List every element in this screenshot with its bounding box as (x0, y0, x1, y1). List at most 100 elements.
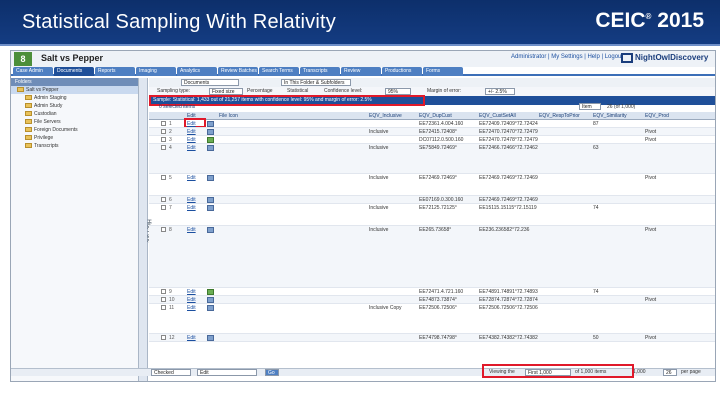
tab-documents[interactable]: Documents (54, 67, 94, 76)
sampling-type-select[interactable]: Fixed size (209, 88, 243, 95)
image-icon[interactable] (207, 227, 214, 233)
edit-link[interactable]: Edit (187, 205, 196, 211)
image-icon[interactable] (207, 137, 214, 143)
tab-search-terms[interactable]: Search Terms (259, 67, 299, 76)
folder-item[interactable]: Transcripts (11, 142, 138, 150)
row-checkbox[interactable] (161, 175, 166, 180)
row-checkbox[interactable] (161, 137, 166, 142)
tab-review[interactable]: Review (341, 67, 381, 76)
cust-cell: EE72470.72470°72.72479 (479, 129, 538, 135)
column-header[interactable]: EQV_CustSetAll (479, 113, 516, 119)
prod-cell: Pivot (645, 175, 657, 181)
cust-cell: EE72469.72469°72.72469 (479, 197, 538, 203)
edit-link[interactable]: Edit (187, 297, 196, 303)
checked-select[interactable]: Checked (151, 369, 191, 376)
row-checkbox[interactable] (161, 305, 166, 310)
edit-link[interactable]: Edit (187, 305, 196, 311)
table-row[interactable]: 4 Edit Inclusive SE75849.72469° EE72466.7246… (149, 144, 715, 174)
go-button[interactable]: Go (265, 369, 279, 376)
edit-link[interactable]: Edit (187, 129, 196, 135)
table-row[interactable]: 10 Edit EE74873.73874° EE72874.72874°72.728… (149, 296, 715, 304)
cust-cell: EE74891.74891°72.74893 (479, 289, 538, 295)
edit-link[interactable]: Edit (187, 335, 196, 341)
column-header[interactable]: EQV_RespToPrior (539, 113, 580, 119)
image-icon[interactable] (207, 145, 214, 151)
edit-link[interactable]: Edit (187, 145, 196, 151)
table-row[interactable]: 2 Edit Inclusive EE72415.72408° EE72470.7247… (149, 128, 715, 136)
dup-cell: EE74798.74798° (419, 335, 457, 341)
column-header[interactable]: EQV_Similarity (593, 113, 627, 119)
folder-item[interactable]: File Servers (11, 118, 138, 126)
image-icon[interactable] (207, 335, 214, 341)
row-checkbox[interactable] (161, 289, 166, 294)
image-icon[interactable] (207, 297, 214, 303)
table-row[interactable]: 7 Edit Inclusive EE72125.72125° EE15115.1511… (149, 204, 715, 226)
folder-item[interactable]: Admin Study (11, 102, 138, 110)
table-row[interactable]: 5 Edit Inclusive EE72469.72469° EE72469.7246… (149, 174, 715, 196)
tab-analytics[interactable]: Analytics (177, 67, 217, 76)
edit-link[interactable]: Edit (187, 175, 196, 181)
tab-productions[interactable]: Productions (382, 67, 422, 76)
table-row[interactable]: 9 Edit EE72471.4.721.160 EE74891.74891°72.7… (149, 288, 715, 296)
table-row[interactable]: 3 Edit DC07112.0.500.160 EE72470.72478°72.7… (149, 136, 715, 144)
edit-link[interactable]: Edit (187, 121, 196, 127)
image-icon[interactable] (207, 197, 214, 203)
image-icon[interactable] (207, 121, 214, 127)
view-select[interactable]: Documents (181, 79, 239, 86)
tab-imaging[interactable]: Imaging (136, 67, 176, 76)
row-checkbox[interactable] (161, 121, 166, 126)
edit-link[interactable]: Edit (187, 137, 196, 143)
column-header[interactable]: EQV_Inclusive (369, 113, 402, 119)
percentage-option[interactable]: Percentage (247, 88, 273, 94)
edit-link[interactable]: Edit (187, 227, 196, 233)
user-links[interactable]: Administrator | My Settings | Help | Log… (511, 54, 623, 60)
row-number: 7 (169, 205, 172, 211)
prod-cell: Pivot (645, 335, 657, 341)
table-row[interactable]: 6 Edit EE07169.0.300.160 EE72469.72469°72.7… (149, 196, 715, 204)
margin-select[interactable]: +/- 2.5% (485, 88, 515, 95)
image-icon[interactable] (207, 205, 214, 211)
image-icon[interactable] (207, 305, 214, 311)
image-icon[interactable] (207, 289, 214, 295)
cust-cell: EE72874.72874°72.72874 (479, 297, 538, 303)
per-page-select[interactable]: 26 (663, 369, 677, 376)
row-checkbox[interactable] (161, 129, 166, 134)
row-checkbox[interactable] (161, 197, 166, 202)
scope-select[interactable]: In This Folder & Subfolders (281, 79, 351, 86)
folder-item[interactable]: Privilege (11, 134, 138, 142)
row-checkbox[interactable] (161, 335, 166, 340)
image-icon[interactable] (207, 175, 214, 181)
folder-item[interactable]: Admin Staging (11, 94, 138, 102)
table-row[interactable]: 11 Edit Inclusive Copy EE72506.72506° EE7250… (149, 304, 715, 334)
table-row[interactable]: 1 Edit EE72361.4.004.160 EE72409.72409°72.7… (149, 120, 715, 128)
row-checkbox[interactable] (161, 227, 166, 232)
confidence-select[interactable]: 95% (385, 88, 411, 95)
hide-pane-tab[interactable]: Hide Pane (139, 78, 152, 381)
image-icon[interactable] (207, 129, 214, 135)
folder-item[interactable]: Salt vs Pepper (11, 86, 138, 94)
tab-case-admin[interactable]: Case Admin (13, 67, 53, 76)
prod-cell: Pivot (645, 137, 657, 143)
folder-label: Salt vs Pepper (26, 87, 59, 93)
column-header[interactable]: EQV_Prod (645, 113, 669, 119)
folder-item[interactable]: Foreign Documents (11, 126, 138, 134)
column-header[interactable]: EQV_DupCust (419, 113, 452, 119)
inclusive-cell: Inclusive Copy (369, 305, 402, 311)
row-checkbox[interactable] (161, 205, 166, 210)
table-row[interactable]: 12 Edit EE74798.74798° EE74382.74382°72.743… (149, 334, 715, 342)
column-header[interactable]: File Icon (219, 113, 238, 119)
table-row[interactable]: 8 Edit Inclusive EE265.73658° EE236.236582°7… (149, 226, 715, 288)
row-checkbox[interactable] (161, 297, 166, 302)
tab-forms[interactable]: Forms (423, 67, 463, 76)
item-select[interactable]: Item (579, 103, 601, 110)
tab-reports[interactable]: Reports (95, 67, 135, 76)
folder-item[interactable]: Custodian (11, 110, 138, 118)
edit-link[interactable]: Edit (187, 197, 196, 203)
tab-transcripts[interactable]: Transcripts (300, 67, 340, 76)
mass-action-select[interactable]: Edit (197, 369, 257, 376)
inclusive-cell: Inclusive (369, 145, 389, 151)
statistical-option[interactable]: Statistical (287, 88, 308, 94)
edit-link[interactable]: Edit (187, 289, 196, 295)
tab-review-batches[interactable]: Review Batches (218, 67, 258, 76)
row-checkbox[interactable] (161, 145, 166, 150)
